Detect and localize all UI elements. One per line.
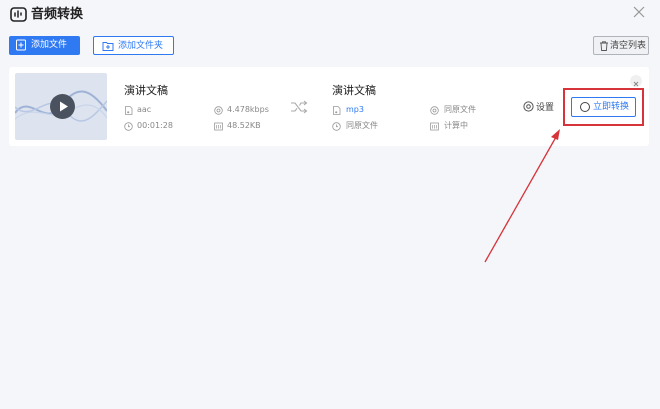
remove-item-button[interactable]	[630, 75, 642, 87]
clock-icon	[332, 122, 341, 131]
music-file-icon	[333, 106, 341, 115]
play-button[interactable]	[50, 94, 75, 119]
clear-list-button[interactable]: 清空列表	[593, 36, 649, 55]
add-file-icon	[16, 39, 26, 51]
settings-icon	[523, 101, 534, 112]
convert-now-button[interactable]: 立即转换	[571, 97, 636, 117]
play-icon	[60, 101, 68, 112]
source-format: aac	[137, 105, 152, 114]
file-card: 演讲文稿 aac 4.478kbps 00:01:28 48.52KB 演讲文稿…	[9, 67, 649, 146]
add-folder-button[interactable]: 添加文件夹	[93, 36, 174, 55]
clear-list-label: 清空列表	[610, 41, 647, 51]
output-channel: 同原文件	[346, 121, 378, 130]
convert-label: 立即转换	[593, 102, 630, 112]
shuffle-icon	[291, 100, 308, 114]
convert-icon	[580, 102, 590, 112]
output-file-name: 演讲文稿	[332, 84, 376, 97]
source-size: 48.52KB	[227, 121, 261, 130]
add-folder-label: 添加文件夹	[118, 41, 164, 51]
source-duration: 00:01:28	[137, 121, 173, 130]
close-icon[interactable]	[632, 5, 646, 19]
bitrate-icon	[214, 106, 223, 115]
add-folder-icon	[102, 42, 114, 51]
output-quality: 同原文件	[444, 105, 476, 114]
output-format-select[interactable]: mp3	[346, 105, 364, 115]
settings-label: 设置	[536, 103, 555, 113]
size-icon	[214, 122, 223, 131]
trash-icon	[600, 41, 608, 51]
app-logo-icon	[10, 7, 27, 22]
bitrate-icon	[430, 106, 439, 115]
music-file-icon	[125, 106, 133, 115]
audio-thumbnail	[15, 73, 107, 140]
title-bar: 音频转换	[0, 0, 660, 30]
clock-icon	[124, 122, 133, 131]
source-bitrate: 4.478kbps	[227, 105, 269, 114]
annotation-arrow	[484, 129, 560, 263]
add-file-label: 添加文件	[31, 40, 68, 50]
source-file-name: 演讲文稿	[124, 84, 168, 97]
size-icon	[430, 122, 439, 131]
app-title: 音频转换	[31, 7, 84, 22]
output-size: 计算中	[444, 121, 468, 130]
add-file-button[interactable]: 添加文件	[9, 36, 80, 55]
